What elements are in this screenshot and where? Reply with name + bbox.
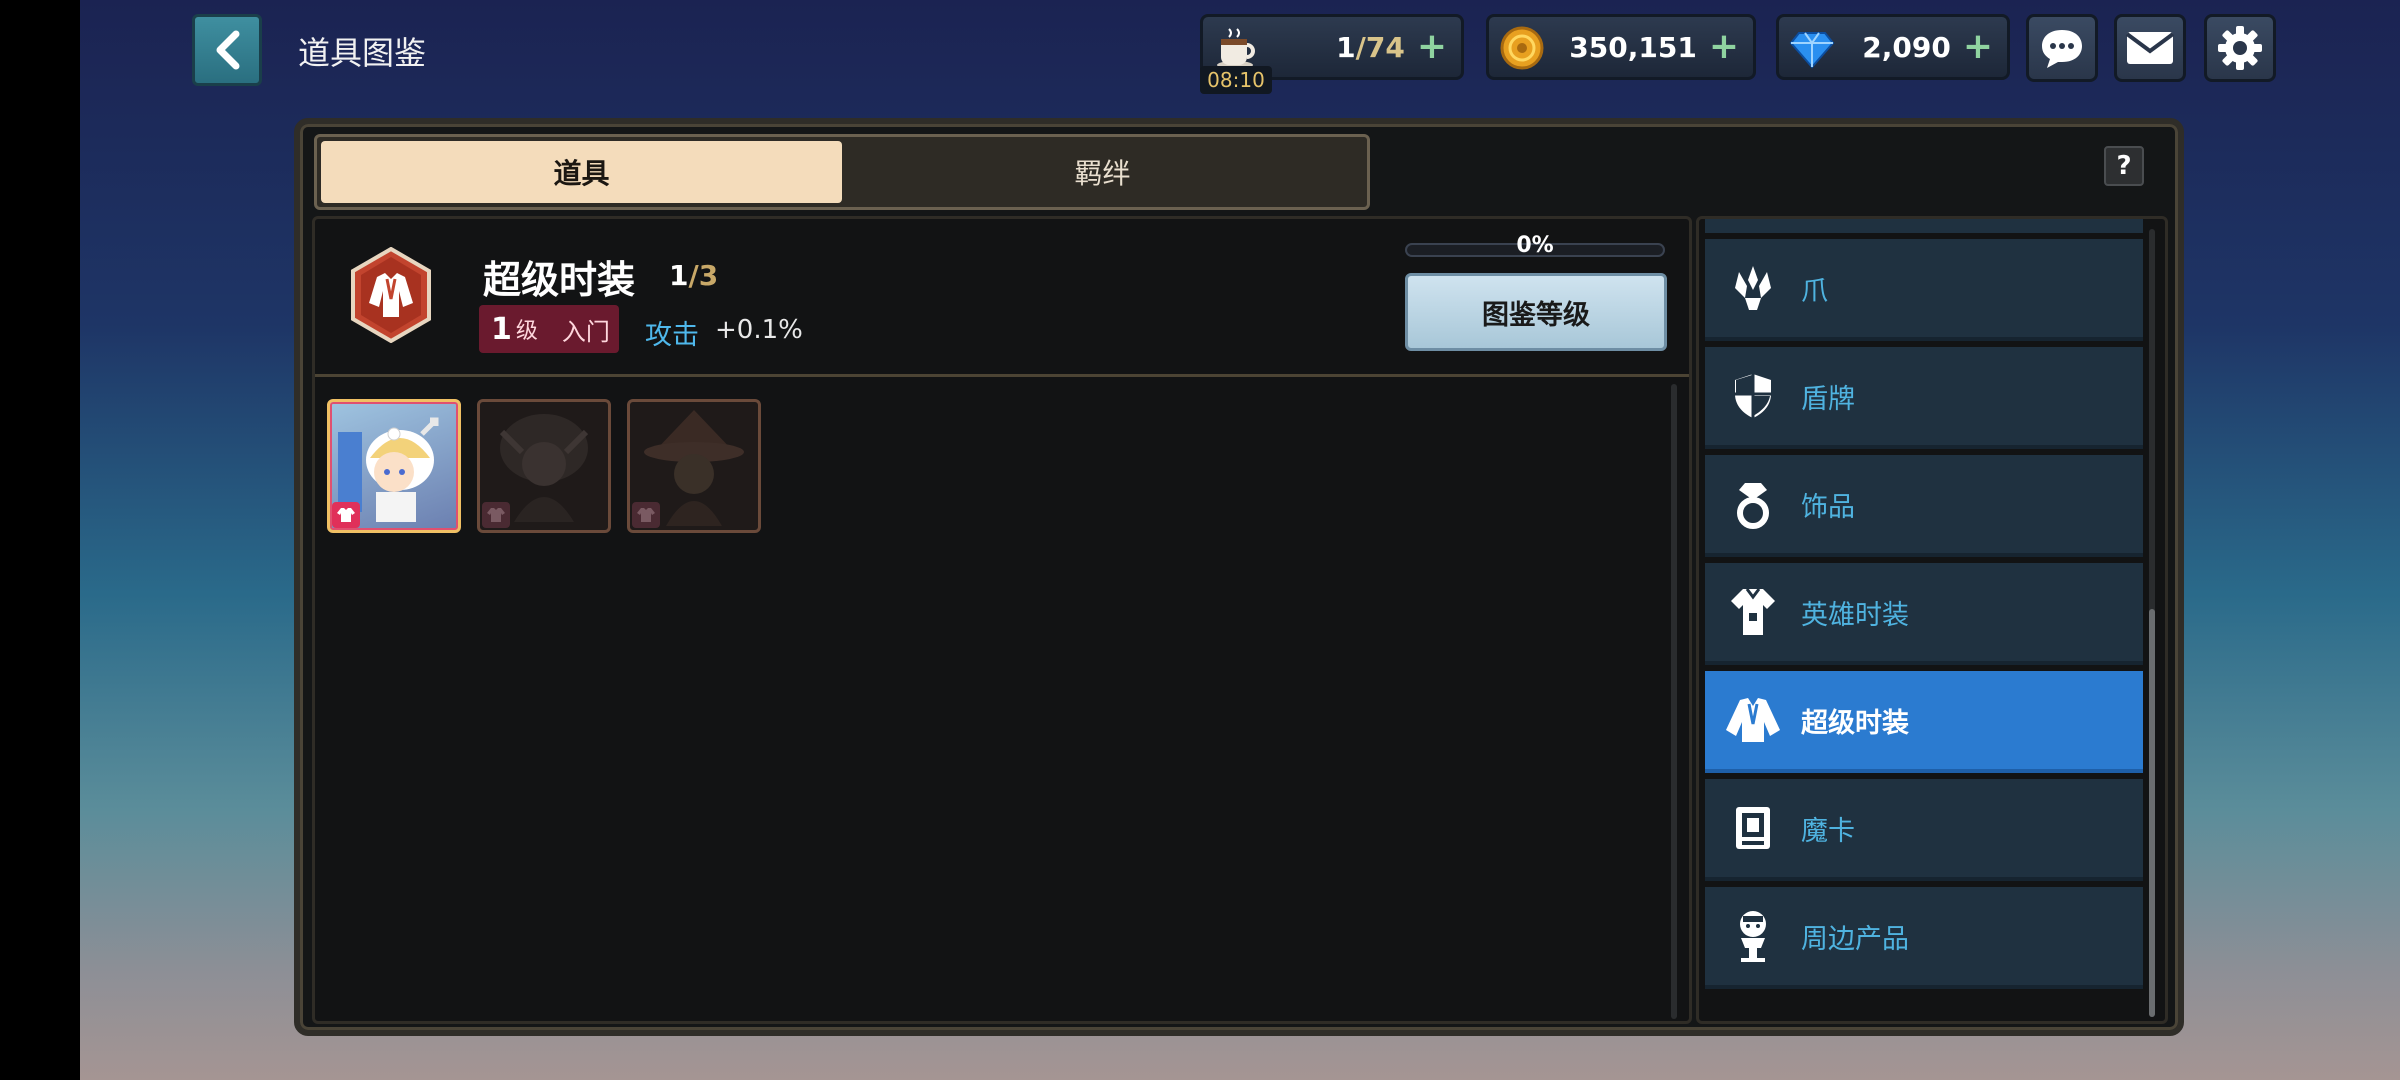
add-stamina-button[interactable]: + [1417, 29, 1447, 65]
gem-counter[interactable]: 2,090 + [1776, 14, 2010, 80]
collected-count: 1 [669, 259, 689, 292]
category-label: 魔卡 [1801, 815, 1855, 847]
item-grid [327, 399, 1667, 1009]
ring-icon [1737, 483, 1769, 529]
level-unit: 级 [515, 319, 538, 344]
outfit-badge-icon [632, 502, 660, 528]
gold-counter[interactable]: 350,151 + [1486, 14, 1756, 80]
collection-title: 超级时装 [483, 258, 636, 302]
category-label: 周边产品 [1801, 923, 1909, 955]
claw-icon [1735, 266, 1771, 310]
stamina-current: 1 [1336, 30, 1356, 64]
category-label: 英雄时装 [1801, 599, 1909, 631]
tab-items[interactable]: 道具 [321, 141, 842, 203]
category-sidebar: 爪 盾牌 饰品 英雄时装 超级时装 魔卡 周边产品 [1696, 216, 2168, 1024]
category-label: 超级时装 [1801, 707, 1909, 739]
mail-icon [2125, 32, 2175, 64]
category-item-partial [1705, 219, 2143, 233]
game-screen: 道具图鉴 1/74 + 08:10 350,151 + 2,090 + 道具 羁… [80, 0, 2400, 1080]
item-card-locked[interactable] [477, 399, 611, 533]
category-label: 饰品 [1801, 491, 1855, 523]
gem-value: 2,090 [1862, 30, 1951, 64]
collection-panel: 道具 羁绊 ? 超级时装 1/3 1 级 入门 攻击 +0.1% 0% 图鉴等级… [294, 118, 2184, 1036]
gold-coin-icon [1500, 26, 1544, 70]
merch-icon [1740, 911, 1766, 962]
help-button[interactable]: ? [2104, 146, 2144, 186]
category-item-shield[interactable]: 盾牌 [1705, 347, 2143, 449]
add-gold-button[interactable]: + [1709, 29, 1739, 65]
coffee-cup-icon [1217, 28, 1255, 69]
gold-value: 350,151 [1569, 30, 1697, 64]
category-label: 盾牌 [1801, 383, 1855, 415]
level-number: 1 [491, 311, 512, 347]
category-item-merchandise[interactable]: 周边产品 [1705, 887, 2143, 989]
stamina-max: /74 [1355, 30, 1405, 64]
chat-bubble-icon [2042, 30, 2082, 68]
card-icon [1736, 807, 1770, 849]
bonus-stat-name: 攻击 [645, 320, 699, 351]
hero-outfit-icon [1731, 588, 1775, 635]
collection-count: 1/3 [669, 259, 718, 292]
detail-header: 超级时装 1/3 1 级 入门 攻击 +0.1% 0% 图鉴等级 [315, 219, 1689, 377]
category-item-claw[interactable]: 爪 [1705, 239, 2143, 341]
shield-icon [1735, 374, 1771, 418]
gear-icon [2218, 26, 2262, 70]
category-label: 爪 [1801, 275, 1828, 307]
chevron-left-icon [216, 30, 240, 70]
add-gem-button[interactable]: + [1963, 29, 1993, 65]
collection-detail: 超级时装 1/3 1 级 入门 攻击 +0.1% 0% 图鉴等级 [312, 216, 1692, 1024]
outfit-badge-icon [332, 502, 360, 528]
mail-button[interactable] [2114, 14, 2186, 82]
category-item-hero-outfit[interactable]: 英雄时装 [1705, 563, 2143, 665]
category-item-accessory[interactable]: 饰品 [1705, 455, 2143, 557]
super-outfit-icon [1726, 698, 1780, 742]
tab-bonds[interactable]: 羁绊 [842, 141, 1363, 203]
chat-button[interactable] [2026, 14, 2098, 82]
level-name: 入门 [561, 317, 610, 346]
tab-bar: 道具 羁绊 [314, 134, 1370, 210]
bonus-stat-value: +0.1% [715, 315, 803, 345]
screen-title: 道具图鉴 [298, 34, 427, 72]
progress-label: 0% [1516, 233, 1554, 258]
category-scrollbar-thumb[interactable] [2149, 609, 2155, 1017]
item-card-locked[interactable] [627, 399, 761, 533]
total-count: /3 [688, 259, 719, 292]
back-button[interactable] [192, 14, 262, 86]
super-outfit-emblem-icon [351, 247, 431, 343]
item-grid-scrollbar[interactable] [1671, 384, 1677, 1019]
outfit-badge-icon [482, 502, 510, 528]
diamond-icon [1789, 32, 1835, 69]
item-card-owned[interactable] [327, 399, 461, 533]
collection-level-button[interactable]: 图鉴等级 [1405, 273, 1667, 351]
collection-level-badge: 1 级 入门 [479, 305, 619, 353]
category-item-magic-card[interactable]: 魔卡 [1705, 779, 2143, 881]
stamina-timer: 08:10 [1200, 66, 1272, 94]
category-item-super-outfit[interactable]: 超级时装 [1705, 671, 2143, 773]
settings-button[interactable] [2204, 14, 2276, 82]
